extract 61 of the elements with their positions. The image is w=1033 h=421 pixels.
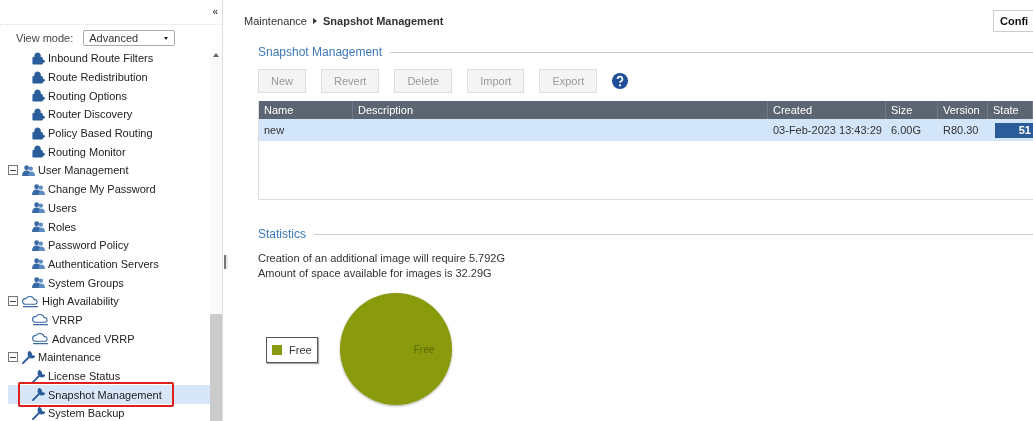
breadcrumb-link[interactable]: Maintenance bbox=[244, 15, 307, 27]
view-mode-dropdown[interactable]: Advanced bbox=[83, 30, 176, 46]
users-icon bbox=[32, 182, 45, 196]
wrench-icon bbox=[32, 388, 45, 402]
view-mode-label: View mode: bbox=[16, 32, 74, 44]
help-icon[interactable] bbox=[612, 73, 629, 89]
users-icon bbox=[32, 238, 45, 252]
wrench-icon bbox=[22, 350, 35, 364]
statistics-text: Creation of an additional image will require 5.792G bbox=[258, 251, 507, 266]
collapse-toggle-icon[interactable] bbox=[8, 352, 18, 363]
tree-item[interactable]: Maintenance bbox=[8, 348, 210, 367]
scroll-up-icon[interactable] bbox=[213, 53, 219, 57]
users-icon bbox=[32, 276, 45, 290]
table-cell-text: 6.00G bbox=[890, 124, 922, 136]
tree-item[interactable]: Authentication Servers bbox=[8, 254, 210, 274]
statistics-text: Amount of space available for images is 32.29G bbox=[258, 266, 493, 281]
users-icon bbox=[32, 257, 45, 271]
table-row[interactable]: new 03-Feb-2023 13:43:29 6.00G R80.30 51 bbox=[259, 119, 1033, 141]
cloud-icon bbox=[32, 332, 49, 346]
tree-item[interactable]: Password Policy bbox=[8, 235, 210, 255]
table-cell-text: new bbox=[263, 124, 286, 136]
table-cell-text: R80.30 bbox=[942, 124, 980, 136]
tree-item[interactable]: High Availability bbox=[8, 291, 210, 311]
tree-item[interactable]: Snapshot Management bbox=[8, 385, 210, 405]
tree-item[interactable]: Policy Based Routing bbox=[8, 123, 210, 143]
scrollbar[interactable] bbox=[210, 49, 222, 421]
tree-item[interactable]: Inbound Route Filters bbox=[8, 49, 210, 68]
wrench-icon bbox=[32, 406, 45, 420]
cloud-icon bbox=[32, 313, 49, 327]
tree-item[interactable]: Routing Monitor bbox=[8, 142, 210, 162]
tree-item[interactable]: VRRP bbox=[8, 310, 210, 330]
tree-item[interactable]: Router Discovery bbox=[8, 105, 210, 124]
caret-icon bbox=[164, 36, 169, 40]
table-cell-text: 03-Feb-2023 13:43:29 bbox=[772, 124, 883, 136]
collapse-toggle-icon[interactable] bbox=[8, 165, 18, 176]
tree-item[interactable]: Route Redistribution bbox=[8, 67, 210, 87]
tree-item[interactable]: Routing Options bbox=[8, 86, 210, 106]
state-progress-bar: 51 bbox=[995, 122, 1033, 138]
tree-item[interactable]: Users bbox=[8, 198, 210, 218]
legend-label: Free bbox=[289, 344, 312, 356]
tree-item[interactable]: User Management bbox=[8, 161, 210, 180]
tree-item[interactable]: Advanced VRRP bbox=[8, 329, 210, 348]
users-icon bbox=[32, 201, 45, 215]
config-button[interactable]: Confi bbox=[993, 10, 1033, 32]
scrollbar-thumb[interactable] bbox=[210, 314, 222, 421]
collapse-icon[interactable]: « bbox=[212, 7, 218, 17]
collapse-toggle-icon[interactable] bbox=[8, 296, 18, 307]
splitter-handle[interactable] bbox=[224, 255, 228, 269]
tree-item[interactable]: System Backup bbox=[8, 404, 210, 421]
breadcrumb-arrow-icon bbox=[313, 18, 317, 24]
tree-item[interactable]: Roles bbox=[8, 217, 210, 236]
cloud-icon bbox=[22, 294, 39, 308]
tree-item[interactable]: System Groups bbox=[8, 273, 210, 292]
tree-item[interactable]: Change My Password bbox=[8, 179, 210, 199]
users-icon bbox=[22, 163, 35, 177]
section-title: Snapshot Management bbox=[258, 45, 383, 59]
breadcrumb-current: Snapshot Management bbox=[323, 15, 444, 27]
users-icon bbox=[32, 220, 45, 234]
tree-item[interactable]: License Status bbox=[8, 366, 210, 386]
section-title: Statistics bbox=[258, 227, 306, 241]
wrench-icon bbox=[32, 369, 45, 383]
